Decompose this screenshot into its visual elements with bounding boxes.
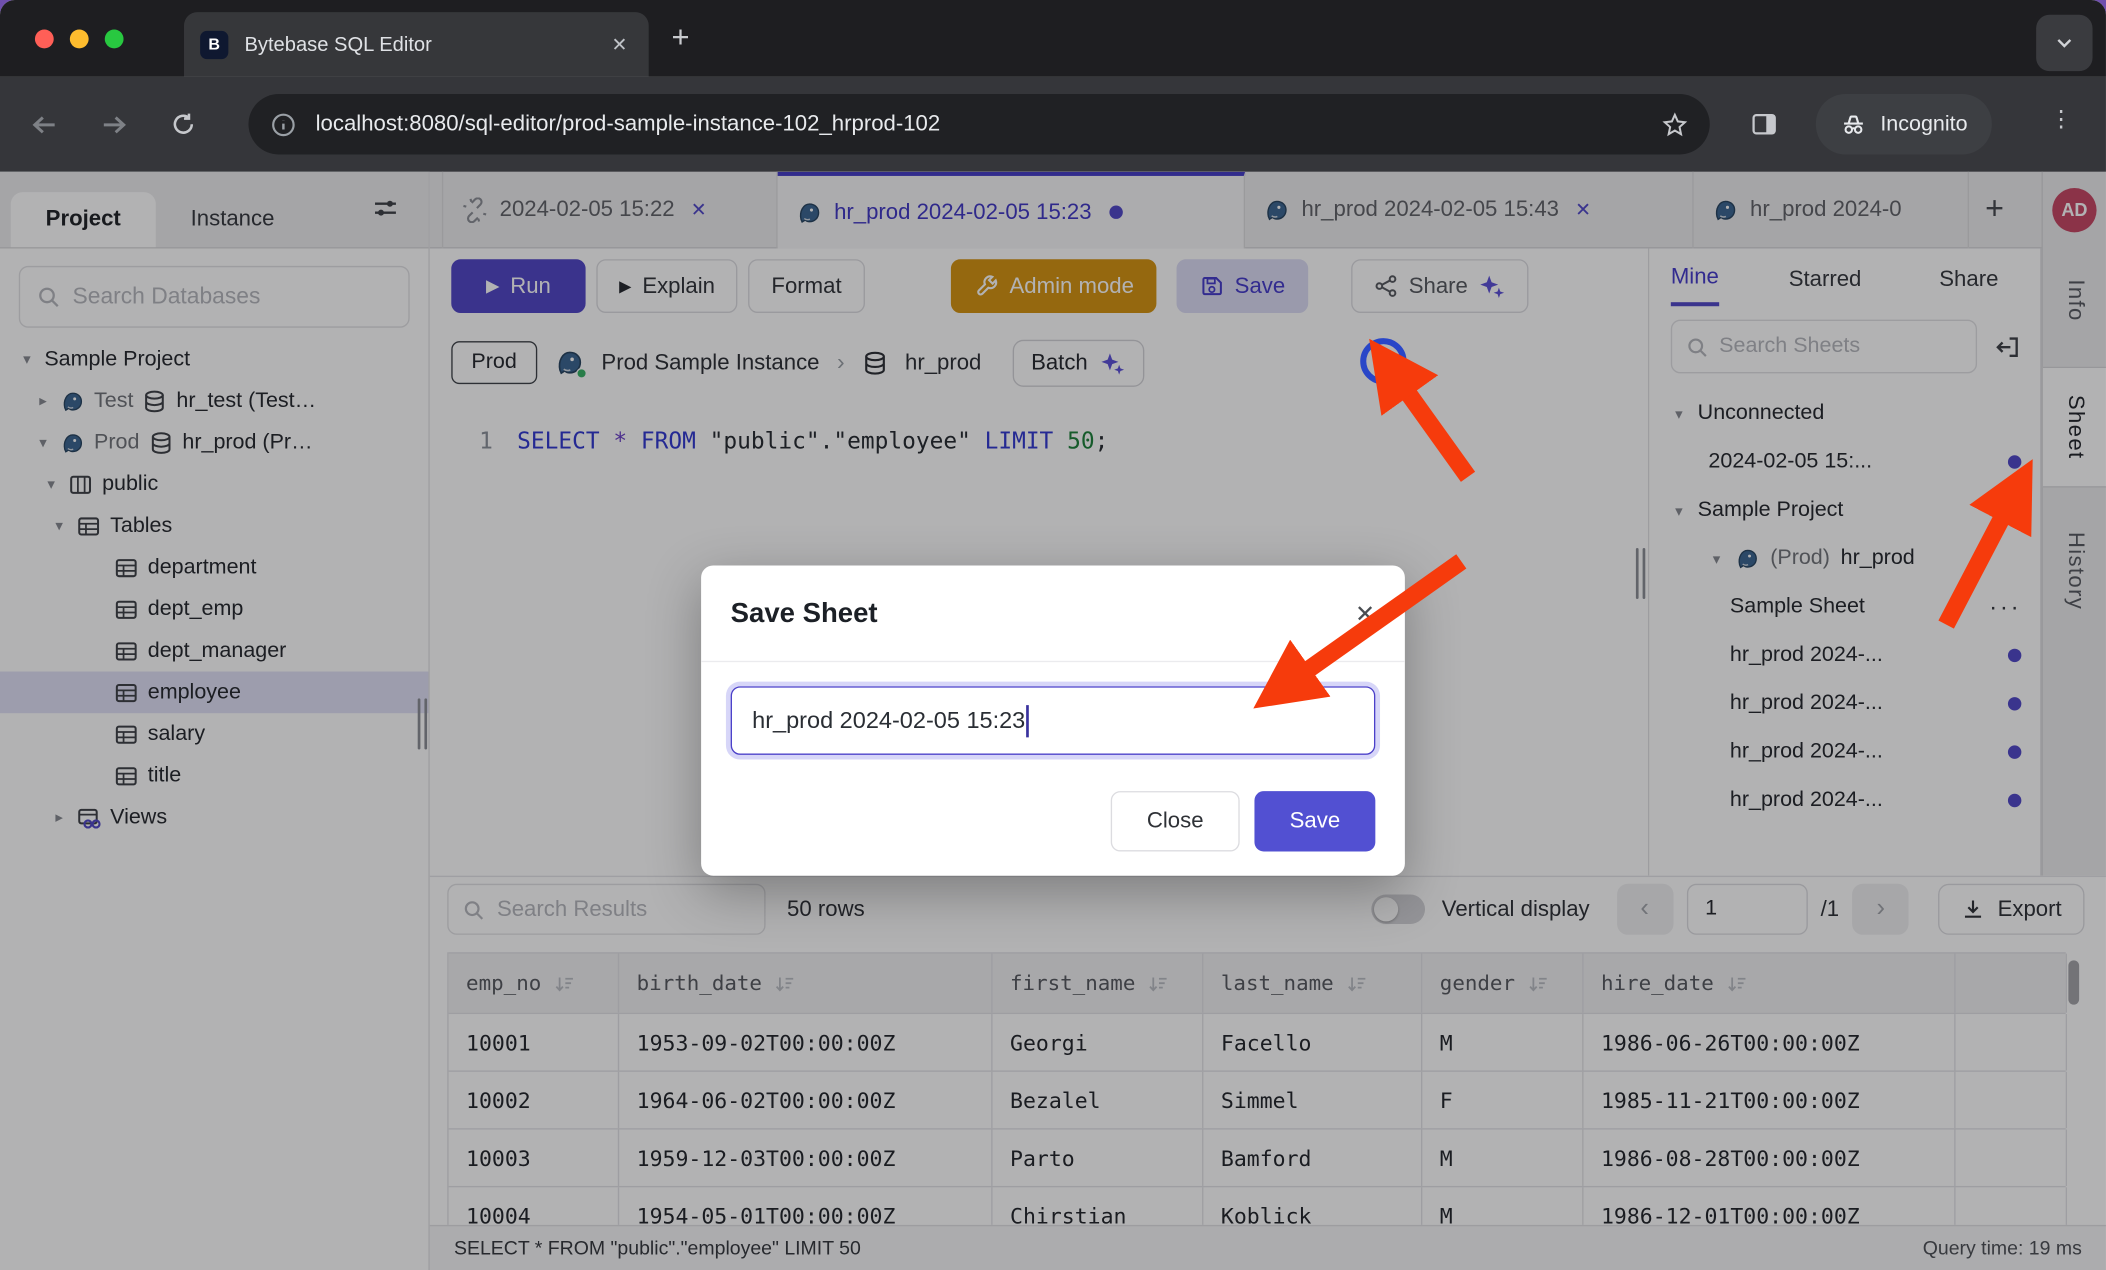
close-window-button[interactable] — [35, 30, 54, 49]
browser-tab-bar: B Bytebase SQL Editor ✕ + — [0, 0, 2106, 77]
browser-tab-title: Bytebase SQL Editor — [244, 33, 606, 56]
site-info-icon[interactable] — [270, 111, 297, 138]
browser-tab[interactable]: B Bytebase SQL Editor ✕ — [184, 12, 649, 76]
new-tab-button[interactable]: + — [672, 21, 690, 52]
save-sheet-dialog: Save Sheet ✕ hr_prod 2024-02-05 15:23 Cl… — [701, 565, 1405, 875]
reload-icon[interactable] — [169, 110, 197, 138]
url-text: localhost:8080/sql-editor/prod-sample-in… — [316, 111, 1662, 137]
back-icon[interactable] — [30, 109, 60, 139]
browser-menu-icon[interactable]: ⋮ — [2050, 106, 2074, 133]
browser-window: B Bytebase SQL Editor ✕ + localhost:8080… — [0, 0, 2106, 1270]
bytebase-app: Project Instance Search Databases ▾Sampl… — [0, 172, 2106, 1270]
bytebase-favicon: B — [200, 30, 228, 58]
window-controls — [35, 30, 124, 49]
side-panel-icon[interactable] — [1750, 110, 1778, 138]
sheet-name-value: hr_prod 2024-02-05 15:23 — [752, 706, 1025, 734]
sheet-name-input[interactable]: hr_prod 2024-02-05 15:23 — [731, 686, 1376, 754]
bookmark-star-icon[interactable] — [1661, 111, 1688, 138]
dialog-close-button[interactable]: Close — [1111, 791, 1240, 851]
maximize-window-button[interactable] — [105, 30, 124, 49]
incognito-icon — [1840, 111, 1867, 138]
incognito-label: Incognito — [1880, 112, 1967, 136]
dialog-divider — [701, 661, 1405, 662]
tab-search-button[interactable] — [2036, 15, 2092, 71]
dialog-save-button[interactable]: Save — [1254, 791, 1375, 851]
close-tab-icon[interactable]: ✕ — [606, 30, 633, 58]
forward-icon[interactable] — [99, 109, 129, 139]
address-bar[interactable]: localhost:8080/sql-editor/prod-sample-in… — [248, 94, 1709, 154]
dialog-close-icon[interactable]: ✕ — [1355, 600, 1375, 628]
browser-toolbar: localhost:8080/sql-editor/prod-sample-in… — [0, 77, 2106, 172]
dialog-title: Save Sheet — [731, 598, 1376, 630]
incognito-badge: Incognito — [1816, 94, 1992, 154]
text-caret — [1027, 704, 1030, 736]
minimize-window-button[interactable] — [70, 30, 89, 49]
